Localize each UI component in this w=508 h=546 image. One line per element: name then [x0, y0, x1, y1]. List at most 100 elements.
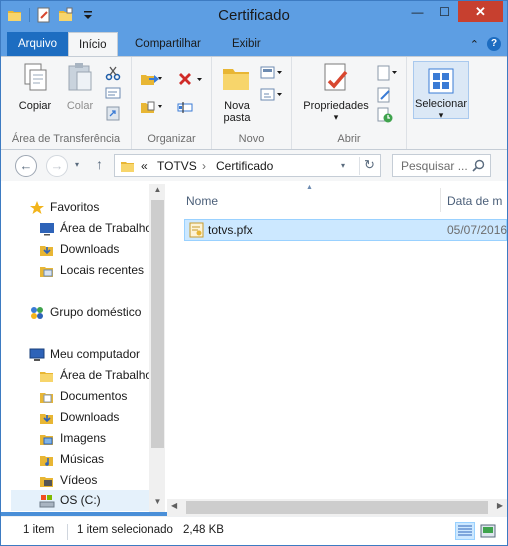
search-input[interactable]: Pesquisar ...	[392, 154, 491, 177]
scroll-down-button[interactable]: ▼	[149, 497, 165, 511]
move-to-icon[interactable]	[140, 71, 162, 87]
select-button[interactable]: Selecionar ▾	[413, 61, 469, 121]
copy-to-icon[interactable]	[140, 99, 162, 115]
collapse-ribbon-icon[interactable]: ⌃	[470, 38, 479, 51]
file-name: totvs.pfx	[208, 223, 253, 237]
downloads-icon	[40, 246, 53, 256]
group-organize: Organizar	[132, 57, 212, 149]
group-open: Propriedades ▾ Abrir	[292, 57, 407, 149]
breadcrumb-certificado[interactable]: Certificado	[216, 159, 273, 173]
drive-icon	[39, 495, 55, 508]
address-row: ← → ▾ ↑ « TOTVS › Certificado ▾ ↻ Pesqui…	[1, 150, 507, 181]
explorer-window: Certificado — ☐ ✕ Arquivo Início Compart…	[0, 0, 508, 546]
recent-places-icon	[40, 267, 53, 277]
column-divider[interactable]	[440, 188, 441, 212]
maximize-button[interactable]: ☐	[431, 1, 458, 22]
copy-button[interactable]: Copiar	[15, 61, 55, 112]
title-bar[interactable]: Certificado — ☐ ✕	[1, 1, 507, 32]
address-bar[interactable]: « TOTVS › Certificado ▾ ↻	[114, 154, 381, 177]
select-label: Selecionar	[415, 98, 467, 110]
copy-path-icon[interactable]	[105, 85, 121, 101]
status-size: 2,48 KB	[183, 524, 224, 536]
new-folder-label-2: pasta	[223, 112, 251, 124]
column-header-date[interactable]: Data de m	[447, 194, 502, 208]
tab-compartilhar[interactable]: Compartilhar	[125, 32, 211, 56]
column-header-name[interactable]: Nome	[186, 194, 218, 208]
scroll-left-button[interactable]: ◀	[171, 501, 177, 510]
open-icon[interactable]	[377, 65, 399, 81]
status-selected: 1 item selecionado	[77, 524, 173, 536]
scroll-up-button[interactable]: ▲	[149, 185, 165, 199]
group-select: Selecionar ▾	[407, 57, 471, 149]
up-button[interactable]: ↑	[96, 156, 103, 172]
select-dropdown-icon[interactable]: ▾	[414, 110, 468, 121]
folder-icon	[121, 162, 134, 172]
recent-locations-dropdown[interactable]: ▾	[75, 160, 79, 169]
desktop-icon	[40, 223, 54, 236]
new-folder-large-icon	[223, 69, 249, 90]
nav-pane-scrollbar[interactable]: ▲ ▼	[149, 184, 165, 512]
status-divider	[67, 524, 68, 540]
delete-icon[interactable]	[177, 71, 203, 87]
paste-button[interactable]: Colar	[60, 61, 100, 112]
file-row[interactable]: totvs.pfx 05/07/2016	[184, 219, 507, 241]
group-label-new: Novo	[238, 133, 265, 145]
large-icons-view-button[interactable]	[478, 522, 498, 540]
horizontal-scrollbar[interactable]: ◀ ▶	[167, 499, 507, 516]
properties-dropdown-icon[interactable]: ▾	[300, 112, 372, 123]
folder-icon	[40, 372, 53, 382]
music-icon	[40, 456, 53, 466]
help-icon[interactable]: ?	[487, 37, 501, 51]
history-icon[interactable]	[377, 107, 393, 123]
forward-button[interactable]: →	[46, 155, 68, 177]
paste-icon	[68, 63, 92, 91]
nav-item-os-c[interactable]: OS (C:)	[11, 490, 149, 511]
scroll-thumb[interactable]	[151, 200, 164, 448]
back-button[interactable]: ←	[15, 155, 37, 177]
easy-access-icon[interactable]	[260, 87, 284, 103]
address-dropdown[interactable]: ▾	[341, 161, 345, 170]
details-view-icon	[458, 525, 472, 536]
close-button[interactable]: ✕	[458, 1, 503, 22]
navigation-pane: Favoritos Área de Trabalho Downloads Loc…	[1, 181, 165, 512]
new-item-icon[interactable]	[260, 65, 284, 81]
search-icon[interactable]	[472, 159, 485, 172]
tab-inicio[interactable]: Início	[68, 32, 118, 56]
paste-label: Colar	[66, 100, 94, 112]
homegroup-icon	[31, 307, 43, 319]
new-folder-button[interactable]: Nova pasta	[216, 61, 258, 124]
star-icon	[30, 201, 44, 214]
group-clipboard: Copiar Colar Área de Transferência	[1, 57, 132, 149]
new-folder-label-1: Nova	[224, 100, 250, 112]
main-area: Favoritos Área de Trabalho Downloads Loc…	[1, 181, 507, 516]
copy-icon	[24, 63, 47, 91]
downloads-icon	[40, 414, 53, 424]
refresh-button[interactable]: ↻	[359, 157, 379, 175]
rename-icon[interactable]	[177, 99, 195, 115]
group-new: Nova pasta Novo	[212, 57, 292, 149]
select-all-icon	[428, 68, 454, 94]
minimize-button[interactable]: —	[404, 1, 431, 22]
cut-icon[interactable]	[105, 65, 121, 81]
paste-shortcut-icon[interactable]	[105, 105, 121, 121]
file-list: ▲ Nome Data de m totvs.pfx 05/07/2016	[167, 181, 507, 512]
breadcrumb-overflow[interactable]: «	[141, 159, 148, 173]
breadcrumb-totvs[interactable]: TOTVS	[157, 159, 197, 173]
copy-label: Copiar	[18, 100, 52, 112]
tab-exibir[interactable]: Exibir	[222, 32, 271, 56]
tab-arquivo[interactable]: Arquivo	[7, 32, 68, 56]
scroll-right-button[interactable]: ▶	[497, 501, 503, 510]
edit-icon[interactable]	[377, 87, 393, 103]
computer-icon	[29, 348, 45, 361]
horizontal-scroll-thumb[interactable]	[186, 501, 488, 514]
properties-button[interactable]: Propriedades ▾	[300, 61, 372, 123]
column-header: ▲ Nome Data de m	[167, 181, 507, 212]
group-label-open: Abrir	[337, 133, 361, 145]
pictures-icon	[40, 435, 53, 445]
breadcrumb-separator[interactable]: ›	[202, 159, 206, 173]
videos-icon	[40, 477, 53, 487]
group-label-organize: Organizar	[147, 133, 196, 145]
ribbon: Copiar Colar Área de Transferência Organ…	[1, 56, 507, 150]
details-view-button[interactable]	[455, 522, 475, 540]
file-date: 05/07/2016	[447, 223, 508, 237]
